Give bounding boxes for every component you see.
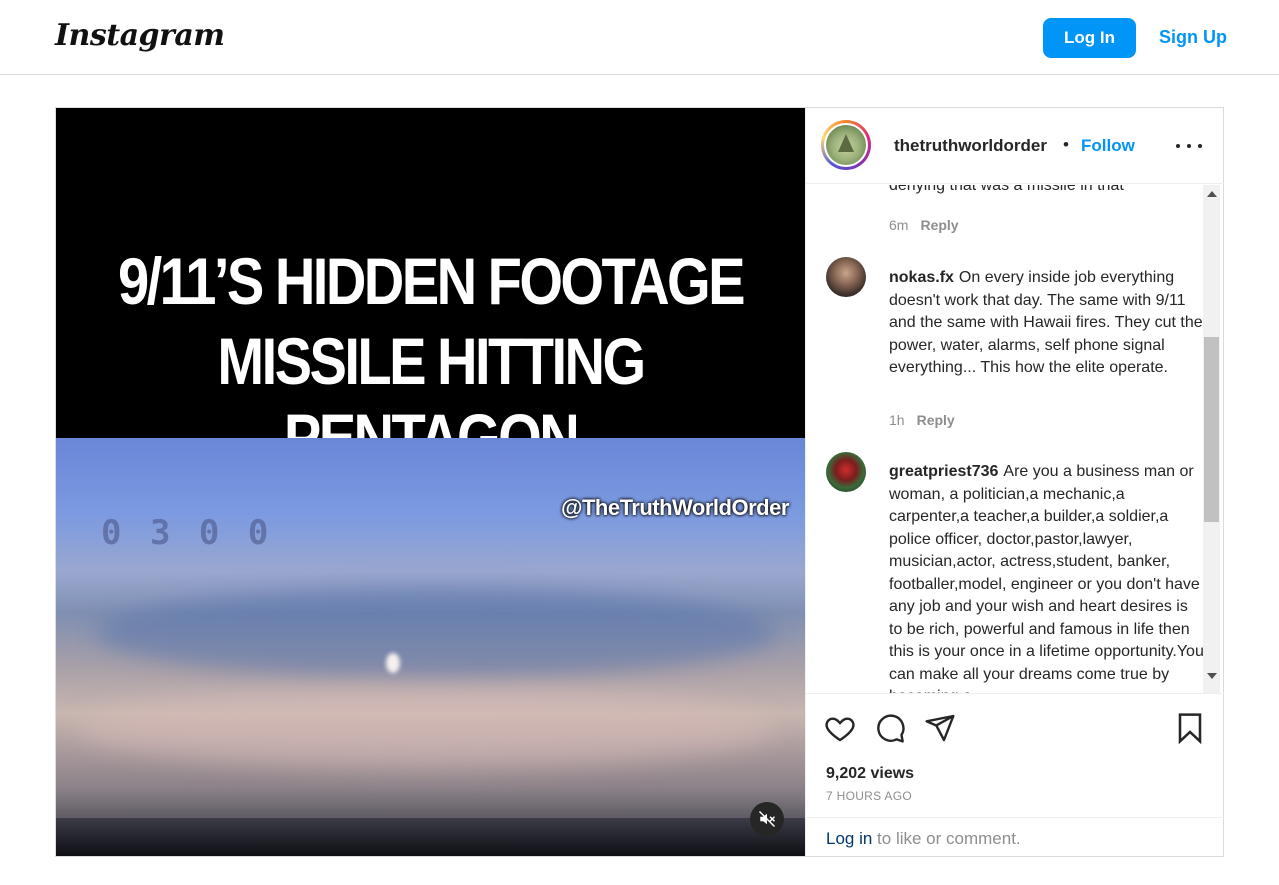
separator-dot: •: [1063, 135, 1069, 154]
post-time-ago: 7 HOURS AGO: [826, 789, 912, 803]
post-container: 9/11’S HIDDEN FOOTAGE MISSILE HITTING PE…: [55, 107, 1224, 857]
signup-link[interactable]: Sign Up: [1159, 27, 1227, 48]
commenter-avatar[interactable]: [826, 257, 866, 297]
login-to-comment-text: Log in to like or comment.: [826, 829, 1021, 849]
mute-toggle-button[interactable]: [750, 802, 784, 836]
login-link[interactable]: Log in: [826, 829, 872, 848]
login-button[interactable]: Log In: [1043, 18, 1136, 58]
commenter-username[interactable]: nokas.fx: [889, 269, 954, 286]
comment-body: nokas.fx On every inside job everything d…: [889, 267, 1204, 380]
author-username[interactable]: thetruthworldorder: [894, 136, 1047, 156]
share-icon[interactable]: [924, 712, 956, 744]
commenter-username[interactable]: greatpriest736: [889, 463, 998, 480]
video-watermark: @TheTruthWorldOrder: [561, 495, 789, 520]
comment-text: denying that was a missile in that: [889, 185, 1124, 194]
speaker-muted-icon: [758, 810, 776, 828]
heart-icon[interactable]: [824, 712, 856, 744]
instagram-logo[interactable]: Instagram: [55, 18, 225, 53]
comments-list[interactable]: denying that was a missile in that 6m Rep…: [806, 185, 1224, 693]
video-player[interactable]: 9/11’S HIDDEN FOOTAGE MISSILE HITTING PE…: [56, 108, 805, 856]
comment-icon[interactable]: [874, 712, 906, 744]
commenter-avatar[interactable]: [826, 452, 866, 492]
comment-time: 6m: [889, 217, 909, 233]
video-headline-line1: 9/11’S HIDDEN FOOTAGE: [117, 244, 746, 318]
login-suffix: to like or comment.: [872, 829, 1021, 848]
scroll-down-arrow-icon[interactable]: [1207, 673, 1217, 679]
video-caption-band: 9/11’S HIDDEN FOOTAGE MISSILE HITTING PE…: [56, 108, 805, 474]
login-to-comment-bar: Log in to like or comment.: [806, 817, 1224, 857]
pyramid-seal-image: [826, 125, 866, 165]
footage-timestamp-ghost: 0 3 0 0: [101, 513, 273, 553]
bookmark-icon[interactable]: [1174, 712, 1206, 745]
comment-meta: 1h Reply: [889, 412, 955, 428]
video-footage: 0 3 0 0 @TheTruthWorldOrder: [56, 438, 805, 856]
post-actions: 9,202 views 7 HOURS AGO Log in to like o…: [806, 693, 1224, 856]
follow-button[interactable]: Follow: [1081, 136, 1135, 156]
reply-button[interactable]: Reply: [917, 412, 955, 428]
comment-time: 1h: [889, 412, 905, 428]
view-count[interactable]: 9,202 views: [826, 765, 914, 783]
comments-scrollbar[interactable]: [1203, 185, 1220, 693]
top-bar: Instagram Log In Sign Up: [0, 0, 1279, 75]
scroll-up-arrow-icon[interactable]: [1207, 191, 1217, 197]
post-side-panel: thetruthworldorder • Follow denying that…: [805, 108, 1224, 856]
comment-body: greatpriest736 Are you a business man or …: [889, 461, 1204, 693]
comment-text: Are you a business man or woman, a polit…: [889, 463, 1204, 693]
author-avatar[interactable]: [821, 120, 871, 170]
post-header: thetruthworldorder • Follow: [806, 108, 1224, 184]
more-options-icon[interactable]: [1176, 134, 1202, 158]
scroll-thumb[interactable]: [1204, 337, 1219, 522]
reply-button[interactable]: Reply: [920, 217, 958, 233]
comment-meta: 6m Reply: [889, 217, 959, 233]
